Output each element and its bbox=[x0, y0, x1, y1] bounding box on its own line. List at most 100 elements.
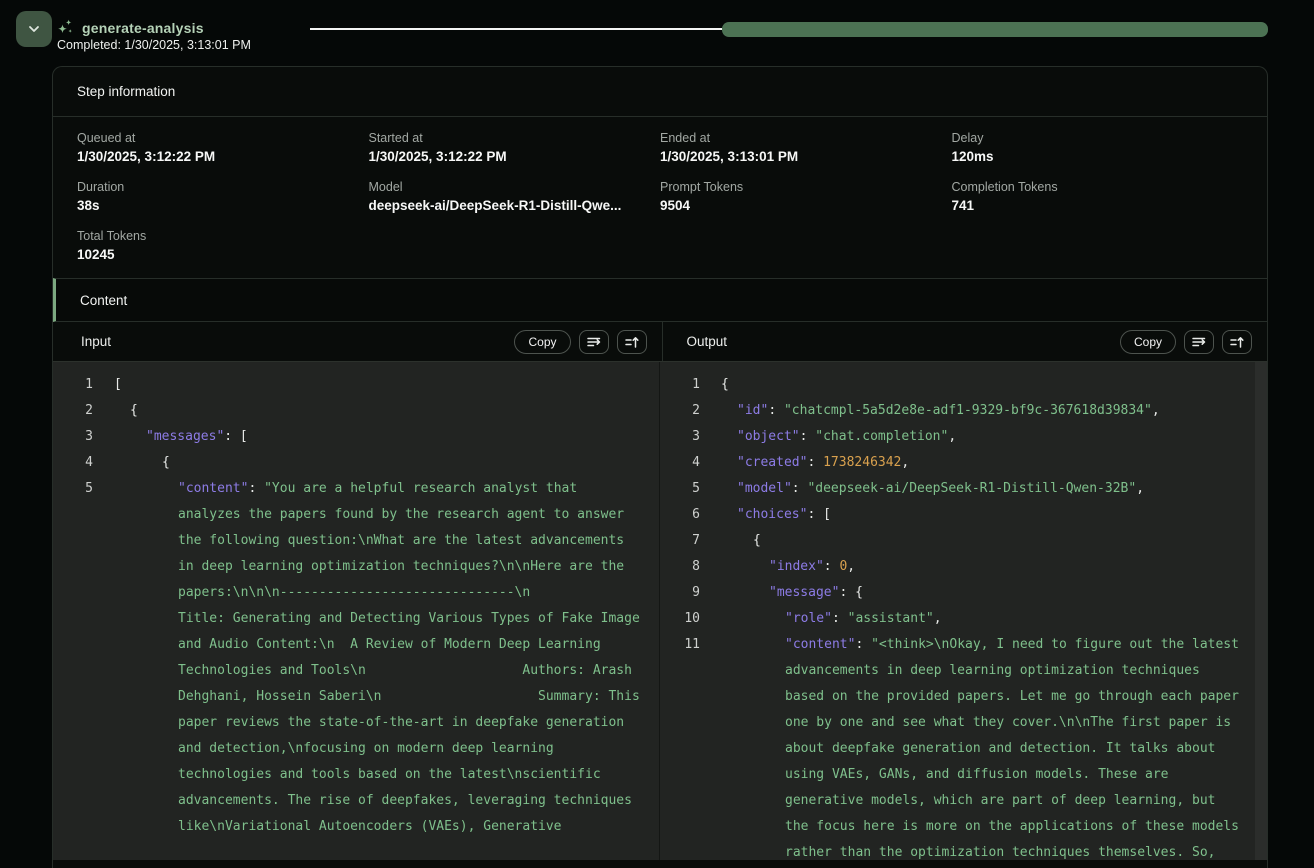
code-token: , bbox=[847, 559, 855, 574]
content-section-header[interactable]: Content bbox=[53, 278, 1267, 322]
code-token: : bbox=[855, 637, 871, 652]
code-line: 1{ bbox=[660, 372, 1267, 398]
code-token: : [ bbox=[807, 507, 830, 522]
code-token: : bbox=[792, 481, 808, 496]
code-token: "deepseek-ai/DeepSeek-R1-Distill-Qwen-32… bbox=[807, 481, 1136, 496]
line-number: 3 bbox=[660, 424, 700, 450]
wrap-lines-icon bbox=[1191, 334, 1207, 350]
code-token: "index" bbox=[769, 559, 824, 574]
code-token: { bbox=[721, 377, 729, 392]
content-section-title: Content bbox=[80, 293, 127, 308]
line-number: 7 bbox=[660, 528, 700, 554]
field-value: 10245 bbox=[77, 247, 369, 262]
copy-output-button[interactable]: Copy bbox=[1120, 330, 1176, 354]
code-token: 1738246342 bbox=[823, 455, 901, 470]
step-information-header: Step information bbox=[53, 67, 1267, 117]
input-header: Input Copy bbox=[53, 322, 663, 361]
code-token: "content" bbox=[785, 637, 855, 652]
line-number: 6 bbox=[660, 502, 700, 528]
step-detail-panel: Step information Queued at 1/30/2025, 3:… bbox=[52, 66, 1268, 868]
field-label: Started at bbox=[369, 131, 661, 145]
code-token: { bbox=[130, 403, 138, 418]
code-line: 2"id": "chatcmpl-5a5d2e8e-adf1-9329-bf9c… bbox=[660, 398, 1267, 424]
io-headers: Input Copy bbox=[53, 322, 1267, 362]
code-token: : bbox=[800, 429, 816, 444]
code-token: "<think>\nOkay, I need to figure out the… bbox=[785, 637, 1247, 860]
line-number: 2 bbox=[660, 398, 700, 424]
wrap-lines-button[interactable] bbox=[1184, 330, 1214, 354]
line-number: 11 bbox=[660, 632, 700, 658]
code-token: "message" bbox=[769, 585, 839, 600]
code-line: 5"model": "deepseek-ai/DeepSeek-R1-Disti… bbox=[660, 476, 1267, 502]
code-token: , bbox=[1152, 403, 1160, 418]
step-header: generate-analysis Completed: 1/30/2025, … bbox=[0, 0, 1314, 60]
code-token: , bbox=[1136, 481, 1144, 496]
input-title: Input bbox=[81, 334, 111, 349]
scroll-to-top-icon bbox=[624, 334, 640, 350]
code-token: , bbox=[948, 429, 956, 444]
line-number: 8 bbox=[660, 554, 700, 580]
code-token: "chat.completion" bbox=[815, 429, 948, 444]
code-line: 1[ bbox=[53, 372, 659, 398]
field-value: 1/30/2025, 3:12:22 PM bbox=[369, 149, 661, 164]
code-token: : [ bbox=[224, 429, 247, 444]
code-token: : bbox=[807, 455, 823, 470]
code-token: "assistant" bbox=[848, 611, 934, 626]
field-label: Queued at bbox=[77, 131, 369, 145]
field-label: Total Tokens bbox=[77, 229, 369, 243]
code-line: 5"content": "You are a helpful research … bbox=[53, 476, 659, 840]
code-line: 6 "choices": [ bbox=[660, 502, 1267, 528]
code-token: "choices" bbox=[737, 507, 807, 522]
collapse-step-button[interactable] bbox=[16, 11, 52, 47]
code-token: , bbox=[901, 455, 909, 470]
wrap-lines-icon bbox=[586, 334, 602, 350]
code-token: "object" bbox=[737, 429, 800, 444]
field-label: Duration bbox=[77, 180, 369, 194]
field-total-tokens: Total Tokens 10245 bbox=[77, 229, 369, 262]
code-token: : bbox=[768, 403, 784, 418]
output-header: Output Copy bbox=[663, 322, 1268, 361]
code-token: : bbox=[248, 481, 264, 496]
copy-input-button[interactable]: Copy bbox=[514, 330, 570, 354]
scroll-to-top-icon bbox=[1229, 334, 1245, 350]
step-completed-timestamp: Completed: 1/30/2025, 3:13:01 PM bbox=[57, 38, 251, 52]
code-token: "content" bbox=[178, 481, 248, 496]
input-json-viewer[interactable]: 1[2{3"messages": [4{5"content": "You are… bbox=[53, 362, 660, 860]
code-token: "created" bbox=[737, 455, 807, 470]
field-label: Prompt Tokens bbox=[660, 180, 952, 194]
sparkles-icon bbox=[56, 18, 74, 36]
step-information-grid: Queued at 1/30/2025, 3:12:22 PM Started … bbox=[53, 117, 1267, 278]
field-label: Ended at bbox=[660, 131, 952, 145]
code-token: : { bbox=[839, 585, 862, 600]
step-name: generate-analysis bbox=[82, 20, 204, 36]
field-prompt-tokens: Prompt Tokens 9504 bbox=[660, 180, 952, 213]
field-duration: Duration 38s bbox=[77, 180, 369, 213]
line-number: 9 bbox=[660, 580, 700, 606]
field-value: 1/30/2025, 3:12:22 PM bbox=[77, 149, 369, 164]
code-token: { bbox=[753, 533, 761, 548]
field-value: 120ms bbox=[952, 149, 1244, 164]
line-number: 5 bbox=[53, 476, 93, 502]
line-number: 4 bbox=[53, 450, 93, 476]
code-line: 3"messages": [ bbox=[53, 424, 659, 450]
code-line: 4{ bbox=[53, 450, 659, 476]
chevron-down-icon bbox=[26, 21, 42, 37]
output-json-viewer[interactable]: 1{2"id": "chatcmpl-5a5d2e8e-adf1-9329-bf… bbox=[660, 362, 1267, 860]
code-token: : bbox=[824, 559, 840, 574]
timeline-duration-bar[interactable] bbox=[722, 22, 1268, 37]
field-ended-at: Ended at 1/30/2025, 3:13:01 PM bbox=[660, 131, 952, 164]
code-line: 9 "message": { bbox=[660, 580, 1267, 606]
code-line: 4"created": 1738246342, bbox=[660, 450, 1267, 476]
scroll-to-top-button[interactable] bbox=[1222, 330, 1252, 354]
code-token: "model" bbox=[737, 481, 792, 496]
field-value: 1/30/2025, 3:13:01 PM bbox=[660, 149, 952, 164]
field-value: deepseek-ai/DeepSeek-R1-Distill-Qwe... bbox=[369, 198, 661, 213]
wrap-lines-button[interactable] bbox=[579, 330, 609, 354]
code-token: "id" bbox=[737, 403, 768, 418]
line-number: 3 bbox=[53, 424, 93, 450]
field-completion-tokens: Completion Tokens 741 bbox=[952, 180, 1244, 213]
field-value: 741 bbox=[952, 198, 1244, 213]
scroll-to-top-button[interactable] bbox=[617, 330, 647, 354]
code-token: [ bbox=[114, 377, 122, 392]
field-label: Delay bbox=[952, 131, 1244, 145]
